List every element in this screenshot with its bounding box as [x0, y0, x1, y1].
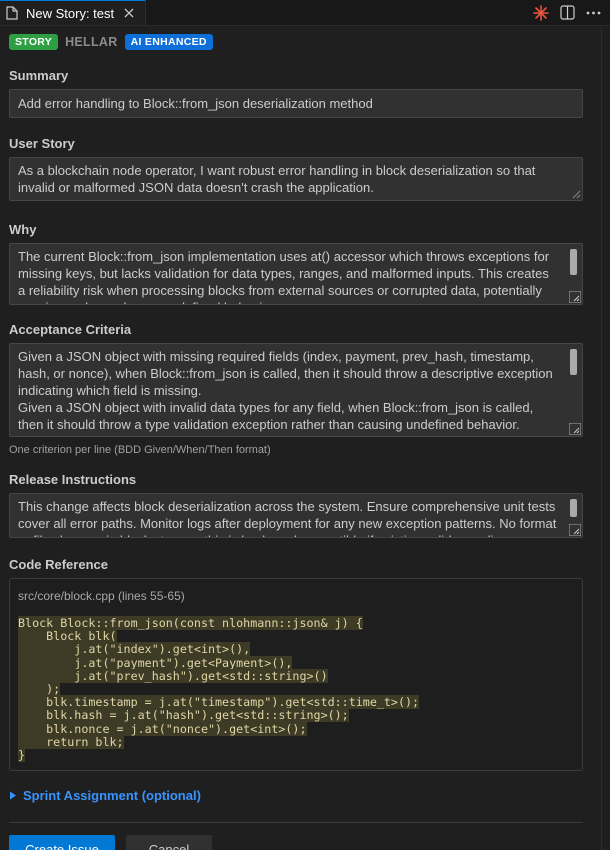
summary-input[interactable]: Add error handling to Block::from_json d…	[9, 89, 583, 118]
split-editor-icon[interactable]	[558, 4, 576, 22]
user-story-label: User Story	[9, 136, 75, 151]
spark-icon[interactable]	[532, 4, 550, 22]
page-scrollbar[interactable]	[601, 27, 610, 850]
code-line: blk.hash = j.at("hash").get<std::string>…	[18, 708, 349, 723]
ai-enhanced-badge: AI ENHANCED	[124, 34, 213, 50]
why-value: The current Block::from_json implementat…	[18, 249, 550, 304]
sprint-assignment-label: Sprint Assignment (optional)	[23, 788, 201, 803]
story-form: STORY HELLAR AI ENHANCED Summary Add err…	[0, 27, 601, 850]
summary-label: Summary	[9, 68, 69, 83]
why-scrollbar-thumb[interactable]	[570, 249, 577, 275]
release-instructions-value: This change affects block deserializatio…	[18, 499, 557, 537]
resize-handle-icon[interactable]	[569, 291, 581, 303]
acceptance-line: Given a JSON object with invalid data ty…	[18, 400, 534, 432]
code-snippet: Block Block::from_json(const nlohmann::j…	[18, 616, 574, 763]
acceptance-criteria-value: Given a JSON object with missing require…	[10, 344, 582, 436]
code-line: blk.nonce = j.at("nonce").get<int>();	[18, 721, 307, 736]
code-line: blk.timestamp = j.at("timestamp").get<st…	[18, 695, 420, 710]
why-textarea[interactable]: The current Block::from_json implementat…	[9, 243, 583, 305]
user-story-value: As a blockchain node operator, I want ro…	[18, 163, 536, 195]
release-instructions-textarea[interactable]: This change affects block deserializatio…	[9, 493, 583, 538]
code-line: Block Block::from_json(const nlohmann::j…	[18, 616, 363, 630]
more-icon[interactable]	[584, 4, 602, 22]
release-scrollbar-thumb[interactable]	[570, 499, 577, 517]
summary-value: Add error handling to Block::from_json d…	[18, 96, 373, 111]
code-reference-block: src/core/block.cpp (lines 55-65) Block B…	[9, 578, 583, 771]
form-actions: Create Issue Cancel	[9, 835, 583, 850]
code-reference-label: Code Reference	[9, 557, 108, 572]
project-badge: HELLAR	[65, 35, 118, 49]
user-story-textarea[interactable]: As a blockchain node operator, I want ro…	[9, 157, 583, 201]
code-line: Block blk(	[18, 629, 117, 644]
why-label: Why	[9, 222, 37, 237]
close-icon[interactable]	[121, 5, 137, 21]
acceptance-scrollbar-thumb[interactable]	[570, 349, 577, 375]
code-file-reference: src/core/block.cpp (lines 55-65)	[18, 589, 185, 603]
acceptance-criteria-label: Acceptance Criteria	[9, 322, 132, 337]
resize-handle-icon[interactable]	[569, 187, 581, 199]
cancel-button[interactable]: Cancel	[126, 835, 212, 850]
code-line: j.at("index").get<int>(),	[18, 642, 251, 657]
sprint-assignment-toggle[interactable]: Sprint Assignment (optional)	[9, 788, 583, 803]
code-line: }	[18, 748, 26, 763]
tab-title: New Story: test	[26, 5, 115, 21]
resize-handle-icon[interactable]	[569, 423, 581, 435]
file-icon	[6, 5, 20, 21]
code-line: j.at("prev_hash").get<std::string>()	[18, 668, 328, 683]
acceptance-criteria-hint: One criterion per line (BDD Given/When/T…	[9, 444, 271, 456]
code-line: return blk;	[18, 734, 124, 749]
editor-tab-bar: New Story: test	[0, 0, 610, 26]
badge-row: STORY HELLAR AI ENHANCED	[9, 30, 583, 54]
release-instructions-label: Release Instructions	[9, 472, 137, 487]
create-issue-button[interactable]: Create Issue	[9, 835, 115, 850]
editor-tab[interactable]: New Story: test	[0, 0, 146, 25]
acceptance-criteria-textarea[interactable]: Given a JSON object with missing require…	[9, 343, 583, 437]
caret-right-icon	[10, 791, 16, 800]
code-line: );	[18, 682, 61, 697]
tab-actions	[532, 0, 610, 25]
code-line: j.at("payment").get<Payment>(),	[18, 655, 293, 670]
acceptance-line: Given a JSON object with missing require…	[18, 349, 553, 398]
form-divider	[9, 822, 583, 823]
issue-type-badge: STORY	[9, 34, 59, 50]
resize-handle-icon[interactable]	[569, 524, 581, 536]
